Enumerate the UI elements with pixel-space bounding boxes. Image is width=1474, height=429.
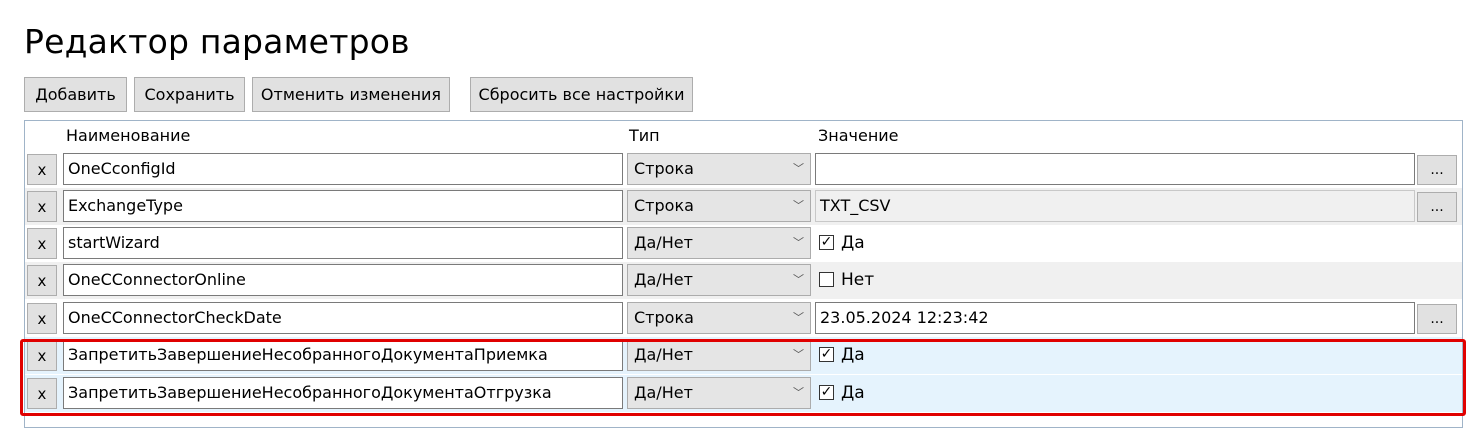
chevron-down-icon: ﹀ [793,236,804,249]
value-checkbox[interactable]: ✓ [819,235,834,250]
parameter-type-select[interactable]: Строка ﹀ [627,153,811,185]
table-row[interactable]: x OneCconfigId Строка ﹀ ... [25,151,1462,188]
value-checkbox[interactable] [819,272,834,287]
delete-row-button[interactable]: x [27,303,57,334]
parameter-name-field[interactable]: OneCConnectorCheckDate [63,302,623,334]
save-button[interactable]: Сохранить [134,77,245,112]
type-select-value: Строка [634,196,694,215]
parameter-type-select[interactable]: Да/Нет ﹀ [627,227,811,259]
delete-row-button[interactable]: x [27,265,57,296]
delete-row-button[interactable]: x [27,191,57,222]
parameter-value-field[interactable]: TXT_CSV [815,190,1415,222]
type-select-value: Строка [634,159,694,178]
parameter-name-field[interactable]: ExchangeType [63,190,623,222]
parameter-value-field[interactable] [815,153,1415,185]
chevron-down-icon: ﹀ [793,311,804,324]
type-select-value: Да/Нет [634,270,693,289]
table-row[interactable]: x OneCConnectorOnline Да/Нет ﹀ Нет [25,262,1462,299]
table-row[interactable]: x startWizard Да/Нет ﹀ ✓ Да [25,225,1462,262]
type-select-value: Да/Нет [634,233,693,252]
parameter-type-select[interactable]: Строка ﹀ [627,190,811,222]
column-header-type[interactable]: Тип [629,121,660,150]
type-select-value: Строка [634,308,694,327]
parameter-name-field[interactable]: startWizard [63,227,623,259]
chevron-down-icon: ﹀ [793,273,804,286]
table-row[interactable]: x OneCConnectorCheckDate Строка ﹀ 23.05.2… [25,300,1462,337]
column-header-name[interactable]: Наименование [66,121,190,150]
parameter-name-field[interactable]: OneCConnectorOnline [63,264,623,296]
page-title: Редактор параметров [24,22,410,61]
reset-settings-button[interactable]: Сбросить все настройки [470,77,693,112]
add-button[interactable]: Добавить [24,77,127,112]
chevron-down-icon: ﹀ [793,162,804,175]
column-header-value[interactable]: Значение [818,121,899,150]
browse-button[interactable]: ... [1417,155,1457,185]
chevron-down-icon: ﹀ [793,199,804,212]
browse-button[interactable]: ... [1417,304,1457,334]
parameter-type-select[interactable]: Строка ﹀ [627,302,811,334]
highlight-frame [20,339,1466,416]
parameter-type-select[interactable]: Да/Нет ﹀ [627,264,811,296]
parameter-value-field[interactable]: 23.05.2024 12:23:42 [815,302,1415,334]
checkbox-label: Да [841,233,865,253]
browse-button[interactable]: ... [1417,192,1457,222]
cancel-changes-button[interactable]: Отменить изменения [252,77,450,112]
table-row[interactable]: x ExchangeType Строка ﹀ TXT_CSV ... [25,188,1462,225]
checkbox-label: Нет [841,270,875,290]
delete-row-button[interactable]: x [27,228,57,259]
delete-row-button[interactable]: x [27,154,57,185]
parameter-name-field[interactable]: OneCconfigId [63,153,623,185]
